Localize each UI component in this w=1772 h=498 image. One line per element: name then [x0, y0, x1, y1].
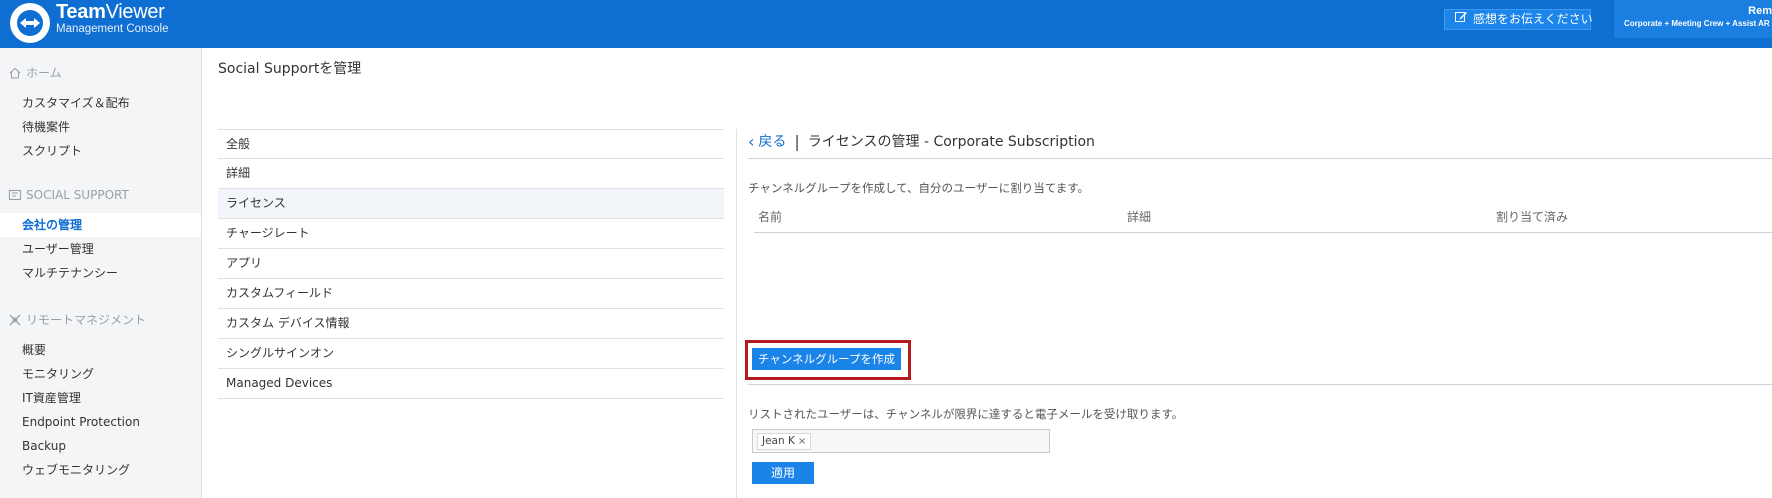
sidebar-item-overview[interactable]: 概要	[0, 338, 201, 362]
create-channel-group-button[interactable]: チャンネルグループを作成	[752, 348, 901, 370]
column-header-name[interactable]: 名前	[758, 208, 782, 225]
sidebar-item-customize-deploy[interactable]: カスタマイズ＆配布	[0, 91, 201, 115]
sidebar-section-label: SOCIAL SUPPORT	[26, 188, 129, 202]
brand-subtitle: Management Console	[56, 23, 169, 35]
channel-group-description: チャンネルグループを作成して、自分のユーザーに割り当てます。	[748, 181, 1090, 195]
remove-tag-icon[interactable]: ×	[798, 434, 806, 449]
sidebar: ホーム カスタマイズ＆配布 待機案件 スクリプト SOCIAL SUPPORT …	[0, 48, 202, 498]
divider	[748, 158, 1772, 159]
settings-item-general[interactable]: 全般	[218, 129, 724, 159]
sidebar-item-company-management[interactable]: 会社の管理	[0, 213, 201, 237]
social-support-icon	[8, 188, 22, 202]
settings-item-charge-rate[interactable]: チャージレート	[218, 219, 724, 249]
notify-description: リストされたユーザーは、チャンネルが限界に達すると電子メールを受け取ります。	[748, 407, 1184, 421]
sidebar-item-web-monitoring[interactable]: ウェブモニタリング	[0, 458, 201, 482]
sidebar-section-label: ホーム	[26, 66, 62, 80]
settings-item-apps[interactable]: アプリ	[218, 249, 724, 279]
column-header-assigned[interactable]: 割り当て済み	[1496, 208, 1568, 225]
sidebar-item-backup[interactable]: Backup	[0, 434, 201, 458]
user-tag-label: Jean K	[762, 435, 795, 447]
sidebar-item-it-asset-management[interactable]: IT資産管理	[0, 386, 201, 410]
brand-name-bold: Team	[56, 1, 106, 23]
settings-list: 全般 詳細 ライセンス チャージレート アプリ カスタムフィールド カスタム デ…	[218, 129, 724, 399]
remote-management-icon	[8, 313, 22, 327]
sidebar-section-label: リモートマネジメント	[26, 313, 147, 327]
teamviewer-logo-icon[interactable]	[10, 3, 50, 43]
settings-item-single-sign-on[interactable]: シングルサインオン	[218, 339, 724, 369]
feedback-label: 感想をお伝えください	[1473, 12, 1593, 26]
settings-item-custom-device-info[interactable]: カスタム デバイス情報	[218, 309, 724, 339]
chevron-left-icon: ‹	[748, 131, 755, 151]
sidebar-item-scripts[interactable]: スクリプト	[0, 139, 201, 163]
sidebar-section-social-support[interactable]: SOCIAL SUPPORT	[8, 188, 129, 202]
settings-item-managed-devices[interactable]: Managed Devices	[218, 369, 724, 399]
breadcrumb-separator: |	[794, 131, 800, 151]
notify-users-input[interactable]: Jean K ×	[752, 429, 1050, 453]
brand: TeamViewer Management Console	[56, 1, 169, 36]
back-link[interactable]: ‹ 戻る	[748, 131, 786, 151]
content-divider	[736, 129, 737, 498]
edit-icon	[1455, 10, 1468, 29]
home-icon	[8, 66, 22, 80]
back-label: 戻る	[758, 134, 787, 150]
table-header-divider	[754, 232, 1772, 233]
divider	[748, 384, 1772, 385]
page-title: Social Supportを管理	[218, 61, 362, 77]
user-tag: Jean K ×	[757, 433, 812, 450]
sidebar-section-home[interactable]: ホーム	[8, 64, 62, 81]
sidebar-item-monitoring[interactable]: モニタリング	[0, 362, 201, 386]
feedback-button[interactable]: 感想をお伝えください	[1444, 9, 1593, 30]
account-name: Rem	[1748, 5, 1772, 17]
settings-item-custom-fields[interactable]: カスタムフィールド	[218, 279, 724, 309]
brand-name: TeamViewer	[56, 1, 169, 23]
sidebar-section-remote-management[interactable]: リモートマネジメント	[8, 311, 146, 328]
sidebar-item-multi-tenancy[interactable]: マルチテナンシー	[0, 261, 201, 285]
column-header-details[interactable]: 詳細	[1127, 208, 1151, 225]
settings-item-license[interactable]: ライセンス	[218, 189, 724, 219]
sidebar-item-waiting-sessions[interactable]: 待機案件	[0, 115, 201, 139]
apply-button[interactable]: 適用	[752, 462, 814, 484]
brand-name-light: Viewer	[105, 1, 165, 23]
sidebar-item-endpoint-protection[interactable]: Endpoint Protection	[0, 410, 201, 434]
top-bar: TeamViewer Management Console 感想をお伝えください…	[0, 0, 1772, 48]
sidebar-item-user-management[interactable]: ユーザー管理	[0, 237, 201, 261]
account-menu[interactable]: Rem Corporate + Meeting Crew + Assist AR…	[1614, 0, 1772, 38]
account-plan: Corporate + Meeting Crew + Assist AR P	[1624, 19, 1772, 28]
breadcrumb: ‹ 戻る | ライセンスの管理 - Corporate Subscription	[748, 131, 1095, 151]
settings-item-details[interactable]: 詳細	[218, 159, 724, 189]
section-title: ライセンスの管理 - Corporate Subscription	[807, 134, 1095, 150]
